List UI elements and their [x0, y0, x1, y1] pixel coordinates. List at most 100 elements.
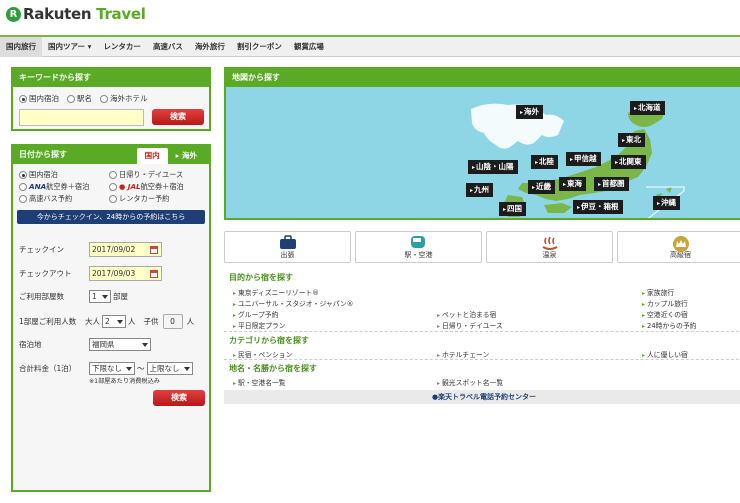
- keyword-search-button[interactable]: 検索: [152, 109, 204, 125]
- radio-icon: [19, 195, 27, 203]
- link-minshuku[interactable]: 民宿・ペンション: [233, 349, 292, 359]
- region-izu[interactable]: 伊豆・箱根: [573, 200, 623, 214]
- region-shutoken[interactable]: 首都圏: [594, 177, 629, 191]
- kw-radio-station[interactable]: 駅名: [67, 93, 92, 104]
- place-title: 地名・名勝から宿を探す: [229, 364, 317, 373]
- map-search-panel: 地図から探す 海外 北海道 東北 北陸 甲信越 北関東 山陰・山陽 九州 近畿 …: [224, 67, 740, 220]
- rooms-label: ご利用部屋数: [19, 292, 64, 301]
- date-panel-title: 日付から探す: [19, 150, 67, 159]
- category-buttons: 出張 駅・空港 温泉 高級宿: [224, 231, 740, 263]
- radio-icon: [109, 195, 117, 203]
- radio-icon: [19, 171, 27, 179]
- late-checkin-link[interactable]: 今からチェックイン、24時からの予約はこちら: [17, 210, 205, 224]
- link-24h[interactable]: 24時からの予約: [642, 320, 696, 330]
- shikoku-land: [544, 203, 572, 213]
- region-tohoku[interactable]: 東北: [618, 133, 646, 147]
- link-weekday[interactable]: 平日限定プラン: [233, 320, 286, 330]
- divider: [224, 331, 740, 332]
- rakuten-mark-icon: R: [6, 6, 21, 22]
- nav-bus[interactable]: 高速バス: [147, 37, 189, 57]
- link-daytrip[interactable]: 日帰り・デイユース: [437, 320, 503, 330]
- type-daytrip[interactable]: 日帰り・デイユース: [109, 170, 204, 180]
- region-hokkaido[interactable]: 北海道: [630, 101, 665, 115]
- chevron-down-icon: [126, 366, 132, 371]
- category-title: カテゴリから宿を探す: [229, 336, 309, 345]
- tab-overseas[interactable]: ▸ 海外: [168, 148, 205, 164]
- region-kinki[interactable]: 近畿: [528, 180, 556, 194]
- nav-domestic[interactable]: 国内旅行: [0, 37, 42, 57]
- link-couple[interactable]: カップル旅行: [642, 298, 688, 308]
- rakuten-travel-logo[interactable]: R Rakuten Travel: [6, 5, 146, 23]
- region-okinawa[interactable]: 沖縄: [653, 196, 681, 210]
- checkin-label: チェックイン: [19, 245, 64, 254]
- main-nav: 国内旅行 国内ツアー ▾ レンタカー 高速バス 海外旅行 割引クーポン 観賞広場: [0, 35, 740, 57]
- price-min-select[interactable]: 下限なし: [89, 362, 135, 375]
- link-barrierfree[interactable]: 人に優しい宿: [642, 349, 688, 359]
- divider: [224, 359, 740, 360]
- purpose-title: 目的から宿を探す: [229, 273, 293, 282]
- rooms-select[interactable]: 1: [89, 290, 111, 303]
- nav-domestic-tour[interactable]: 国内ツアー ▾: [42, 37, 97, 57]
- adult-select[interactable]: 2: [102, 315, 126, 328]
- region-koshinetsu[interactable]: 甲信越: [566, 152, 601, 166]
- region-kitakanto[interactable]: 北関東: [611, 155, 646, 169]
- region-tokai[interactable]: 東海: [559, 177, 587, 191]
- link-station-list[interactable]: 駅・空港名一覧: [233, 377, 286, 387]
- phone-center-link[interactable]: ●楽天トラベル電話予約センター: [224, 390, 740, 404]
- radio-icon: [19, 95, 27, 103]
- type-rental[interactable]: レンタカー予約: [109, 194, 204, 204]
- type-ana[interactable]: ANA航空券＋宿泊: [19, 182, 109, 192]
- child-count-button[interactable]: 0: [162, 314, 183, 329]
- cat-business[interactable]: 出張: [224, 231, 351, 263]
- date-search-button[interactable]: 検索: [153, 390, 205, 406]
- calendar-icon[interactable]: [150, 245, 158, 254]
- link-spot-list[interactable]: 観光スポット名一覧: [437, 377, 503, 387]
- price-max-select[interactable]: 上限なし: [146, 362, 193, 375]
- link-disney[interactable]: 東京ディズニーリゾート®: [233, 287, 319, 297]
- region-sanin[interactable]: 山陰・山陽: [468, 160, 518, 174]
- type-domestic-stay[interactable]: 国内宿泊: [19, 170, 109, 180]
- train-icon: [410, 236, 425, 248]
- cat-station[interactable]: 駅・空港: [355, 231, 482, 263]
- briefcase-icon: [279, 235, 296, 249]
- checkin-field[interactable]: 2017/09/02: [89, 242, 162, 257]
- region-kyushu[interactable]: 九州: [466, 183, 494, 197]
- cat-luxury[interactable]: 高級宿: [617, 231, 740, 263]
- chevron-down-icon: [117, 319, 123, 324]
- nav-coupon[interactable]: 割引クーポン: [231, 37, 288, 57]
- chevron-down-icon: [183, 366, 190, 371]
- adult-unit: 人: [128, 317, 136, 326]
- radio-icon: [100, 95, 108, 103]
- onsen-icon: [542, 236, 557, 250]
- keyword-input[interactable]: [19, 109, 144, 126]
- cat-onsen[interactable]: 温泉: [486, 231, 613, 263]
- location-select[interactable]: 福岡県: [89, 338, 151, 351]
- crown-icon: [672, 236, 689, 252]
- price-label: 合計料金（1泊）: [19, 364, 77, 373]
- link-group[interactable]: グループ予約: [233, 309, 278, 319]
- link-family[interactable]: 家族旅行: [642, 287, 674, 297]
- checkout-field[interactable]: 2017/09/03: [89, 266, 162, 281]
- tab-domestic[interactable]: 国内: [136, 148, 168, 164]
- chevron-down-icon: [142, 342, 148, 347]
- link-pet[interactable]: ペットと泊まる宿: [437, 309, 496, 319]
- link-chain[interactable]: ホテルチェーン: [437, 349, 489, 359]
- link-airport[interactable]: 空港近くの宿: [642, 309, 688, 319]
- checkout-label: チェックアウト: [19, 269, 72, 278]
- nav-rentacar[interactable]: レンタカー: [97, 37, 147, 57]
- kw-radio-domestic[interactable]: 国内宿泊: [19, 93, 59, 104]
- radio-icon: [67, 95, 75, 103]
- rooms-unit: 部屋: [113, 292, 128, 301]
- region-overseas[interactable]: 海外: [516, 105, 544, 119]
- type-bus[interactable]: 高速バス予約: [19, 194, 109, 204]
- type-jal[interactable]: ● JAL航空券＋宿泊: [109, 182, 204, 192]
- link-usj[interactable]: ユニバーサル・スタジオ・ジャパン®: [233, 298, 353, 308]
- nav-square[interactable]: 観賞広場: [288, 37, 330, 57]
- people-label: 1部屋ご利用人数: [19, 317, 77, 326]
- nav-overseas[interactable]: 海外旅行: [189, 37, 231, 57]
- kw-radio-overseas[interactable]: 海外ホテル: [100, 93, 148, 104]
- region-shikoku[interactable]: 四国: [499, 202, 527, 216]
- region-hokuriku[interactable]: 北陸: [531, 155, 559, 169]
- child-label: 子供: [143, 317, 159, 326]
- calendar-icon[interactable]: [150, 269, 158, 278]
